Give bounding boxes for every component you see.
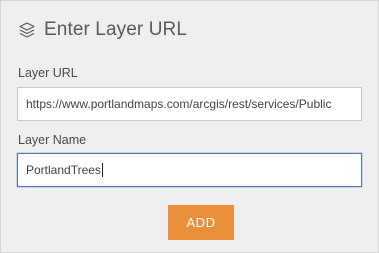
layer-url-value: https://www.portlandmaps.com/arcgis/rest…: [26, 97, 332, 111]
layer-url-label: Layer URL: [18, 66, 78, 80]
layers-icon: [18, 21, 36, 39]
enter-layer-url-panel: Enter Layer URL Layer URL https://www.po…: [0, 0, 379, 253]
layer-name-label: Layer Name: [18, 133, 87, 147]
layer-name-input[interactable]: PortlandTrees: [17, 153, 362, 187]
layer-url-input[interactable]: https://www.portlandmaps.com/arcgis/rest…: [17, 87, 362, 121]
panel-header: Enter Layer URL: [18, 19, 187, 41]
text-caret: [101, 162, 103, 177]
add-button[interactable]: ADD: [168, 205, 234, 240]
layer-name-value: PortlandTrees: [26, 163, 101, 177]
panel-title: Enter Layer URL: [44, 19, 188, 40]
